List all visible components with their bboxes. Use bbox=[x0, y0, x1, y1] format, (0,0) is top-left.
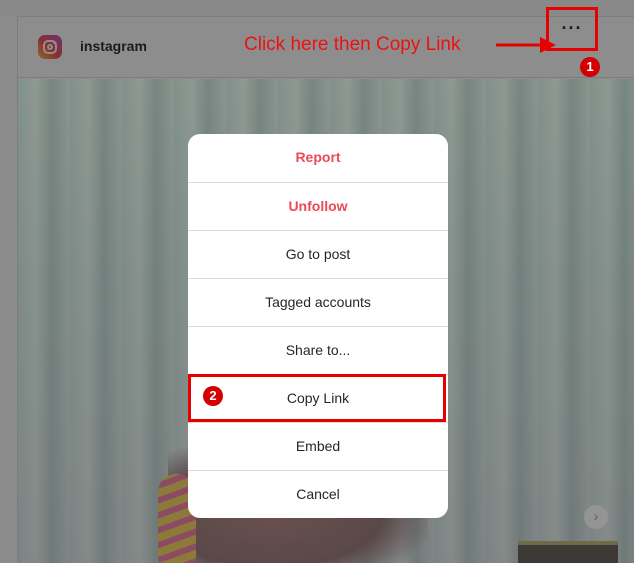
previous-post-edge bbox=[0, 0, 634, 16]
more-options-icon[interactable]: ··· bbox=[549, 18, 595, 39]
menu-item-embed[interactable]: Embed bbox=[188, 422, 448, 470]
post-options-menu: Report Unfollow Go to post Tagged accoun… bbox=[188, 134, 448, 518]
menu-item-cancel[interactable]: Cancel bbox=[188, 470, 448, 518]
menu-item-go-to-post[interactable]: Go to post bbox=[188, 230, 448, 278]
step-2-badge: 2 bbox=[203, 386, 223, 406]
photo-cassette bbox=[518, 541, 618, 563]
post-username[interactable]: instagram bbox=[80, 38, 147, 54]
instagram-logo-icon[interactable] bbox=[38, 35, 62, 59]
more-options-highlight: ··· bbox=[546, 7, 598, 51]
annotation-instruction: Click here then Copy Link bbox=[244, 34, 461, 55]
menu-item-share-to[interactable]: Share to... bbox=[188, 326, 448, 374]
menu-item-report[interactable]: Report bbox=[188, 134, 448, 182]
menu-item-unfollow[interactable]: Unfollow bbox=[188, 182, 448, 230]
copy-link-highlight bbox=[188, 374, 446, 422]
carousel-next-button[interactable]: › bbox=[584, 505, 608, 529]
chevron-right-icon: › bbox=[593, 508, 599, 524]
step-1-badge: 1 bbox=[580, 57, 600, 77]
menu-item-tagged-accounts[interactable]: Tagged accounts bbox=[188, 278, 448, 326]
